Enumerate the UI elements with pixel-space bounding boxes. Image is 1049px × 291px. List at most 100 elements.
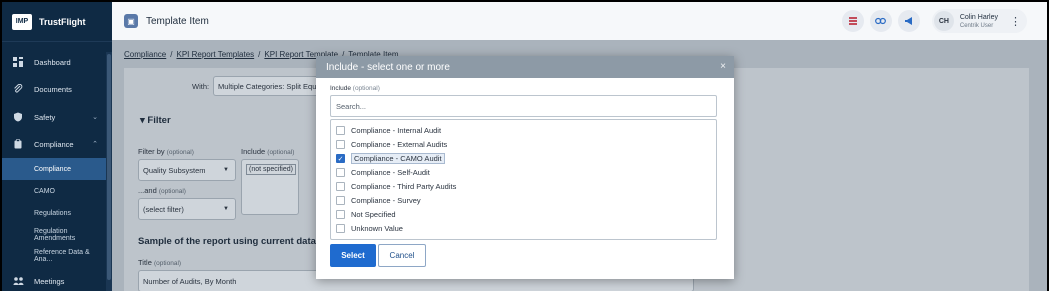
title-text: Title bbox=[138, 258, 152, 267]
optional-text: (optional) bbox=[166, 149, 194, 156]
option-third-party-audits[interactable]: Compliance - Third Party Audits bbox=[336, 180, 456, 193]
with-label: With: bbox=[192, 82, 210, 91]
option-label: Compliance - Survey bbox=[351, 196, 421, 205]
page-title: Template Item bbox=[146, 15, 209, 27]
sidebar-item-documents[interactable]: Documents bbox=[2, 78, 106, 100]
option-external-audits[interactable]: Compliance - External Audits bbox=[336, 138, 447, 151]
and-select[interactable]: (select filter) ▼ bbox=[138, 198, 236, 220]
sample-section-title: Sample of the report using current data bbox=[138, 236, 316, 247]
option-label: Compliance - Self-Audit bbox=[351, 168, 430, 177]
modal-title: Include - select one or more bbox=[326, 61, 450, 73]
option-label: Compliance - Internal Audit bbox=[351, 126, 442, 135]
sidebar-item-label: Regulation Amendments bbox=[34, 228, 76, 242]
optional-text: (optional) bbox=[153, 260, 182, 267]
breadcrumb-link[interactable]: KPI Report Templates bbox=[176, 50, 254, 59]
sidebar-subitem-regulations[interactable]: Regulations bbox=[2, 202, 106, 224]
cancel-button[interactable]: Cancel bbox=[378, 244, 426, 267]
brand-name: TrustFlight bbox=[39, 16, 86, 27]
kebab-menu-icon[interactable]: ⋮ bbox=[1010, 15, 1021, 28]
sidebar-item-label: Meetings bbox=[34, 276, 65, 286]
filter-by-value: Quality Subsystem bbox=[143, 165, 206, 175]
checkbox-checked[interactable]: ✓ bbox=[336, 154, 345, 163]
brand-logo: IMP bbox=[12, 13, 32, 30]
sidebar-subitem-compliance[interactable]: Compliance bbox=[2, 158, 106, 180]
include-label: Include (optional) bbox=[241, 147, 294, 156]
sidebar-subitem-camo[interactable]: CAMO bbox=[2, 180, 106, 202]
dashboard-icon bbox=[12, 56, 24, 68]
select-button[interactable]: Select bbox=[330, 244, 376, 267]
filter-by-select[interactable]: Quality Subsystem ▼ bbox=[138, 159, 236, 181]
checkbox[interactable] bbox=[336, 140, 345, 149]
include-modal: Include - select one or more × Include (… bbox=[316, 56, 734, 279]
options-list: Compliance - Internal Audit Compliance -… bbox=[330, 119, 717, 240]
sidebar-item-label: Documents bbox=[34, 84, 72, 94]
sidebar-item-safety[interactable]: Safety ⌄ bbox=[2, 106, 106, 128]
sidebar-item-label: Safety bbox=[34, 112, 56, 122]
clipboard-icon bbox=[12, 138, 24, 150]
close-icon[interactable]: × bbox=[720, 61, 726, 72]
chevron-down-icon: ▼ bbox=[223, 167, 229, 173]
sidebar-item-compliance[interactable]: Compliance ⌃ bbox=[2, 133, 106, 155]
and-text: ...and bbox=[138, 186, 157, 195]
optional-text: (optional) bbox=[267, 149, 295, 156]
option-label: Compliance - External Audits bbox=[351, 140, 448, 149]
frame-border-top bbox=[0, 0, 1049, 2]
filter-by-text: Filter by bbox=[138, 147, 165, 156]
with-select[interactable]: Multiple Categories: Split Equ bbox=[213, 76, 317, 96]
option-not-specified[interactable]: Not Specified bbox=[336, 208, 396, 221]
option-unknown-value[interactable]: Unknown Value bbox=[336, 222, 403, 235]
megaphone-icon[interactable] bbox=[897, 10, 920, 32]
option-label: Compliance - Third Party Audits bbox=[351, 182, 457, 191]
sidebar-item-label: Reference Data & Ana... bbox=[34, 249, 90, 263]
include-field-label: Include (optional) bbox=[330, 85, 380, 92]
and-value: (select filter) bbox=[143, 204, 184, 214]
breadcrumb-link[interactable]: Compliance bbox=[124, 50, 166, 59]
user-name: Colin Harley bbox=[959, 13, 998, 21]
checkbox[interactable] bbox=[336, 224, 345, 233]
meetings-icon bbox=[12, 275, 24, 287]
avatar: CH bbox=[933, 11, 954, 31]
clipboard-icon: ▣ bbox=[124, 14, 138, 28]
option-label: Compliance - CAMO Audit bbox=[351, 153, 445, 164]
top-actions: CH Colin Harley Centrik User ⋮ bbox=[841, 9, 1027, 33]
sidebar-item-dashboard[interactable]: Dashboard bbox=[2, 51, 106, 73]
checkbox[interactable] bbox=[336, 126, 345, 135]
search-input[interactable]: Search... bbox=[330, 95, 717, 117]
modal-header: Include - select one or more × bbox=[316, 56, 734, 78]
include-label-text: Include bbox=[330, 85, 351, 92]
link-icon[interactable] bbox=[869, 10, 892, 32]
checkbox[interactable] bbox=[336, 168, 345, 177]
chevron-down-icon: ▼ bbox=[223, 206, 229, 212]
sidebar-subitem-reference-data[interactable]: Reference Data & Ana... bbox=[2, 245, 106, 267]
sidebar-item-label: Regulations bbox=[34, 209, 71, 217]
checkbox[interactable] bbox=[336, 210, 345, 219]
option-label: Not Specified bbox=[351, 210, 396, 219]
filter-section-title[interactable]: ▾ Filter bbox=[140, 115, 171, 126]
option-internal-audit[interactable]: Compliance - Internal Audit bbox=[336, 124, 441, 137]
paperclip-icon bbox=[12, 83, 24, 95]
server-icon[interactable] bbox=[841, 10, 864, 32]
title-label: Title (optional) bbox=[138, 258, 181, 267]
with-value: Multiple Categories: Split Equ bbox=[218, 81, 317, 91]
checkbox[interactable] bbox=[336, 196, 345, 205]
sidebar-item-label: Compliance bbox=[34, 139, 74, 149]
search-placeholder: Search... bbox=[336, 101, 367, 111]
checkbox[interactable] bbox=[336, 182, 345, 191]
sidebar-item-meetings[interactable]: Meetings bbox=[2, 270, 106, 291]
sidebar-subitem-regulation-amendments[interactable]: Regulation Amendments bbox=[2, 224, 106, 246]
include-field[interactable]: (not specified) bbox=[241, 159, 299, 215]
option-self-audit[interactable]: Compliance - Self-Audit bbox=[336, 166, 430, 179]
option-survey[interactable]: Compliance - Survey bbox=[336, 194, 421, 207]
option-camo-audit[interactable]: ✓ Compliance - CAMO Audit bbox=[336, 152, 445, 165]
include-value: (not specified) bbox=[246, 164, 296, 175]
sidebar-item-label: Dashboard bbox=[34, 57, 71, 67]
sidebar-item-label: Compliance bbox=[34, 165, 71, 173]
filter-title: Filter bbox=[147, 115, 171, 126]
user-menu[interactable]: CH Colin Harley Centrik User ⋮ bbox=[931, 9, 1027, 33]
option-label: Unknown Value bbox=[351, 224, 403, 233]
topbar: ▣ Template Item CH Colin Harley Centrik … bbox=[112, 2, 1049, 40]
chevron-down-icon: ⌄ bbox=[92, 114, 98, 121]
brand: IMP TrustFlight bbox=[2, 2, 112, 42]
include-text: Include bbox=[241, 147, 266, 156]
chevron-up-icon: ⌃ bbox=[92, 141, 98, 148]
